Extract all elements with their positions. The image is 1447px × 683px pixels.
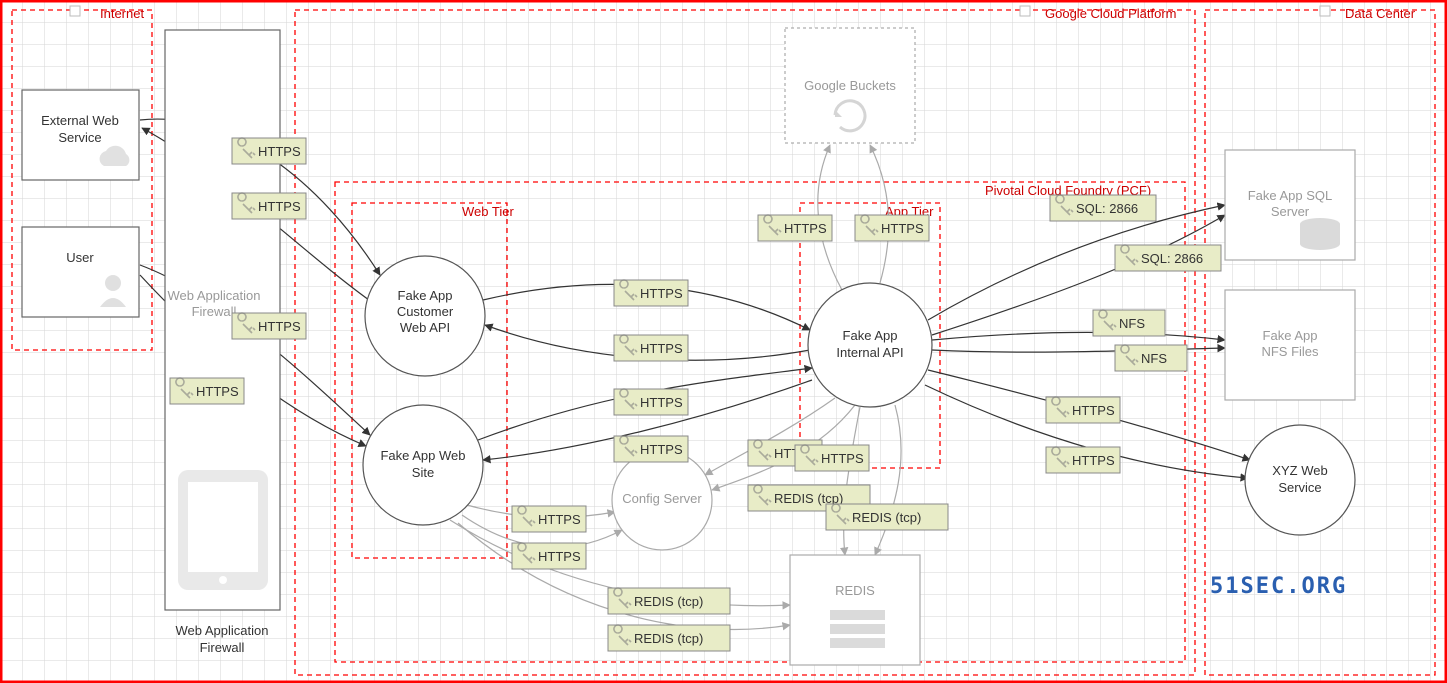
protocol-label-e16: REDIS (tcp) bbox=[826, 504, 948, 530]
svg-text:Service: Service bbox=[1278, 480, 1321, 495]
svg-text:HTTPS: HTTPS bbox=[258, 144, 301, 159]
svg-text:Fake App: Fake App bbox=[843, 328, 898, 343]
protocol-label-e8: HTTPS bbox=[614, 436, 688, 462]
node-internal-api[interactable]: Fake App Internal API bbox=[808, 283, 932, 407]
zone-web-tier-label: Web Tier bbox=[462, 204, 514, 219]
tablet-icon bbox=[178, 470, 268, 590]
svg-text:NFS: NFS bbox=[1119, 316, 1145, 331]
svg-text:Site: Site bbox=[412, 465, 434, 480]
node-external-web-service[interactable]: External Web Service bbox=[22, 90, 139, 180]
svg-text:External Web: External Web bbox=[41, 113, 119, 128]
protocol-label-e21: NFS bbox=[1093, 310, 1165, 336]
protocol-label-e20: SQL: 2866 bbox=[1115, 245, 1221, 271]
protocol-label-e22: NFS bbox=[1115, 345, 1187, 371]
protocol-label-e19: SQL: 2866 bbox=[1050, 195, 1156, 221]
svg-text:SQL: 2866: SQL: 2866 bbox=[1141, 251, 1203, 266]
watermark: 51SEC.ORG bbox=[1210, 574, 1347, 599]
svg-text:REDIS (tcp): REDIS (tcp) bbox=[634, 594, 703, 609]
node-config-server[interactable]: Config Server bbox=[612, 450, 712, 550]
svg-text:HTTPS: HTTPS bbox=[640, 395, 683, 410]
svg-text:XYZ Web: XYZ Web bbox=[1272, 463, 1327, 478]
protocol-label-e4: HTTPS bbox=[170, 378, 244, 404]
node-google-buckets[interactable]: Google Buckets bbox=[785, 28, 915, 143]
svg-text:HTTPS: HTTPS bbox=[196, 384, 239, 399]
svg-text:NFS: NFS bbox=[1141, 351, 1167, 366]
protocol-label-e5: HTTPS bbox=[614, 280, 688, 306]
svg-text:Server: Server bbox=[1271, 204, 1310, 219]
svg-text:HTTPS: HTTPS bbox=[258, 199, 301, 214]
node-nfs-files[interactable]: Fake App NFS Files bbox=[1225, 290, 1355, 400]
svg-text:HTTPS: HTTPS bbox=[881, 221, 924, 236]
stack-icon bbox=[830, 610, 885, 648]
node-user[interactable]: User bbox=[22, 227, 139, 317]
protocol-label-e23: HTTPS bbox=[1046, 397, 1120, 423]
node-web-site[interactable]: Fake App Web Site bbox=[363, 405, 483, 525]
svg-text:Fake App: Fake App bbox=[1263, 328, 1318, 343]
svg-text:Fake App SQL: Fake App SQL bbox=[1248, 188, 1333, 203]
svg-text:User: User bbox=[66, 250, 94, 265]
svg-text:NFS Files: NFS Files bbox=[1261, 344, 1319, 359]
svg-text:Internal API: Internal API bbox=[836, 345, 903, 360]
protocol-label-e3: HTTPS bbox=[232, 313, 306, 339]
zone-datacenter-label: Data Center bbox=[1345, 6, 1416, 21]
node-customer-api[interactable]: Fake App Customer Web API bbox=[365, 256, 485, 376]
svg-text:HTTPS: HTTPS bbox=[640, 286, 683, 301]
protocol-label-e17: HTTPS bbox=[758, 215, 832, 241]
zone-internet-label: Internet bbox=[100, 6, 144, 21]
protocol-label-e24: HTTPS bbox=[1046, 447, 1120, 473]
protocol-label-e7: HTTPS bbox=[614, 389, 688, 415]
db-icon bbox=[1300, 218, 1340, 250]
svg-text:SQL: 2866: SQL: 2866 bbox=[1076, 201, 1138, 216]
protocol-label-e13: REDIS (tcp) bbox=[608, 588, 730, 614]
protocol-label-e9: HTTPS bbox=[512, 506, 586, 532]
svg-text:Customer: Customer bbox=[397, 304, 454, 319]
svg-text:HTTPS: HTTPS bbox=[640, 341, 683, 356]
svg-text:HTTPS: HTTPS bbox=[258, 319, 301, 334]
zone-gcp-label: Google Cloud Platform bbox=[1045, 6, 1177, 21]
svg-text:Service: Service bbox=[58, 130, 101, 145]
svg-text:Firewall: Firewall bbox=[200, 640, 245, 655]
node-sql-server[interactable]: Fake App SQL Server bbox=[1225, 150, 1355, 260]
svg-text:Google Buckets: Google Buckets bbox=[804, 78, 896, 93]
node-waf[interactable]: Web Application Firewall Web Application… bbox=[165, 30, 280, 655]
svg-text:HTTPS: HTTPS bbox=[1072, 453, 1115, 468]
svg-text:Config Server: Config Server bbox=[622, 491, 702, 506]
node-redis[interactable]: REDIS bbox=[790, 555, 920, 665]
protocol-label-e12: HTTPS bbox=[795, 445, 869, 471]
svg-text:HTTPS: HTTPS bbox=[821, 451, 864, 466]
svg-text:Web Application: Web Application bbox=[176, 623, 269, 638]
svg-text:HTTPS: HTTPS bbox=[538, 549, 581, 564]
svg-text:HTTPS: HTTPS bbox=[1072, 403, 1115, 418]
protocol-label-e14: REDIS (tcp) bbox=[608, 625, 730, 651]
svg-text:Web Application: Web Application bbox=[168, 288, 261, 303]
protocol-label-e6: HTTPS bbox=[614, 335, 688, 361]
svg-text:REDIS (tcp): REDIS (tcp) bbox=[852, 510, 921, 525]
svg-text:REDIS (tcp): REDIS (tcp) bbox=[634, 631, 703, 646]
node-xyz-service[interactable]: XYZ Web Service bbox=[1245, 425, 1355, 535]
protocol-label-e18: HTTPS bbox=[855, 215, 929, 241]
svg-text:HTTPS: HTTPS bbox=[640, 442, 683, 457]
svg-text:Firewall: Firewall bbox=[192, 304, 237, 319]
diagram-canvas: Internet Google Cloud Platform Data Cent… bbox=[0, 0, 1447, 683]
svg-text:HTTPS: HTTPS bbox=[784, 221, 827, 236]
svg-text:Web API: Web API bbox=[400, 320, 450, 335]
svg-text:REDIS: REDIS bbox=[835, 583, 875, 598]
svg-text:Fake App: Fake App bbox=[398, 288, 453, 303]
protocol-label-e10: HTTPS bbox=[512, 543, 586, 569]
protocol-label-e2: HTTPS bbox=[232, 193, 306, 219]
svg-text:Fake App Web: Fake App Web bbox=[380, 448, 465, 463]
svg-text:HTTPS: HTTPS bbox=[538, 512, 581, 527]
protocol-label-e1: HTTPS bbox=[232, 138, 306, 164]
